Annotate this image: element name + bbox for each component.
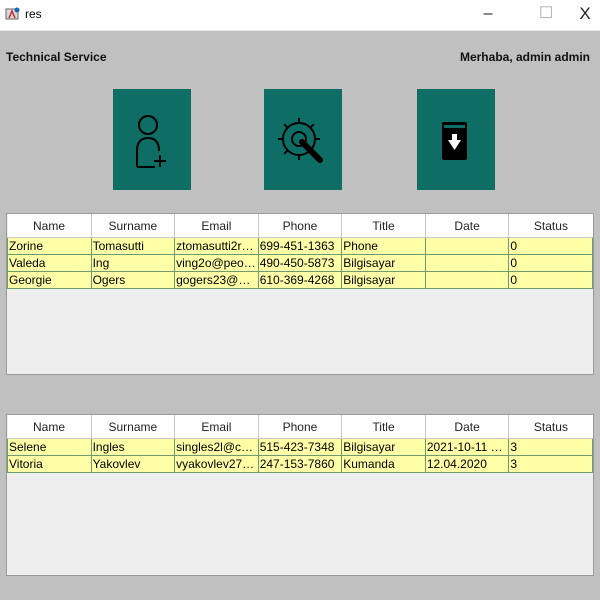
- cell-name[interactable]: Valeda: [7, 254, 92, 272]
- cell-name[interactable]: Selene: [7, 438, 92, 456]
- cell-surname[interactable]: Tomasutti: [90, 237, 176, 255]
- cell-phone[interactable]: 247-153-7860: [257, 455, 343, 473]
- cell-surname[interactable]: Yakovlev: [90, 455, 176, 473]
- table-row[interactable]: Vitoria Yakovlev vyakovlev27@s... 247-15…: [7, 455, 593, 473]
- column-header-phone[interactable]: Phone: [258, 415, 343, 439]
- window-title: res: [25, 7, 42, 21]
- cell-date[interactable]: 12.04.2020: [424, 455, 510, 473]
- cell-phone[interactable]: 610-369-4268: [257, 271, 343, 289]
- column-header-name[interactable]: Name: [7, 415, 92, 439]
- cell-email[interactable]: gogers23@net...: [174, 271, 259, 289]
- cell-email[interactable]: ztomasutti2r@...: [174, 237, 259, 255]
- cell-date[interactable]: 2021-10-11 01:...: [424, 438, 510, 456]
- table-row[interactable]: Zorine Tomasutti ztomasutti2r@... 699-45…: [7, 237, 593, 255]
- cell-surname[interactable]: Ing: [90, 254, 176, 272]
- cell-date[interactable]: [424, 237, 510, 255]
- archive-download-icon: [442, 122, 467, 160]
- cell-name[interactable]: Vitoria: [7, 455, 92, 473]
- maximize-button[interactable]: ☐: [526, 0, 566, 30]
- cell-status[interactable]: 0: [508, 254, 593, 272]
- cell-date[interactable]: [424, 254, 510, 272]
- app-name-label: Technical Service: [6, 50, 107, 64]
- column-header-phone[interactable]: Phone: [258, 214, 343, 238]
- cell-title[interactable]: Kumanda: [341, 455, 426, 473]
- table-header-row: Name Surname Email Phone Title Date Stat…: [7, 214, 593, 238]
- cell-surname[interactable]: Ingles: [90, 438, 176, 456]
- settings-wrench-icon: [278, 118, 323, 163]
- table-row[interactable]: Selene Ingles singles2l@crai... 515-423-…: [7, 438, 593, 456]
- table-row[interactable]: Georgie Ogers gogers23@net... 610-369-42…: [7, 271, 593, 289]
- close-button[interactable]: X: [565, 0, 600, 30]
- table-row[interactable]: Valeda Ing ving2o@peopl... 490-450-5873 …: [7, 254, 593, 272]
- cell-status[interactable]: 0: [508, 271, 593, 289]
- cell-status[interactable]: 3: [508, 438, 593, 456]
- cell-title[interactable]: Bilgisayar: [341, 271, 426, 289]
- java-app-icon: [5, 7, 20, 20]
- column-header-status[interactable]: Status: [508, 415, 593, 439]
- column-header-title[interactable]: Title: [341, 214, 426, 238]
- settings-button[interactable]: [264, 89, 342, 190]
- column-header-email[interactable]: Email: [174, 415, 259, 439]
- column-header-date[interactable]: Date: [425, 415, 510, 439]
- cell-email[interactable]: singles2l@crai...: [174, 438, 259, 456]
- greeting-label: Merhaba, admin admin: [459, 50, 590, 64]
- column-header-surname[interactable]: Surname: [91, 415, 176, 439]
- processed-requests-table: Name Surname Email Phone Title Date Stat…: [6, 414, 594, 576]
- column-header-status[interactable]: Status: [508, 214, 593, 238]
- column-header-title[interactable]: Title: [341, 415, 426, 439]
- add-user-button[interactable]: [113, 89, 191, 190]
- add-user-icon: [136, 115, 166, 168]
- cell-name[interactable]: Georgie: [7, 271, 92, 289]
- archive-button[interactable]: [417, 89, 495, 190]
- cell-name[interactable]: Zorine: [7, 237, 92, 255]
- cell-surname[interactable]: Ogers: [90, 271, 176, 289]
- column-header-name[interactable]: Name: [7, 214, 92, 238]
- cell-phone[interactable]: 490-450-5873: [257, 254, 343, 272]
- cell-status[interactable]: 3: [508, 455, 593, 473]
- column-header-email[interactable]: Email: [174, 214, 259, 238]
- window-titlebar: res – ☐ X: [0, 0, 600, 31]
- cell-phone[interactable]: 515-423-7348: [257, 438, 343, 456]
- cell-email[interactable]: vyakovlev27@s...: [174, 455, 259, 473]
- open-requests-table: Name Surname Email Phone Title Date Stat…: [6, 213, 594, 375]
- cell-email[interactable]: ving2o@peopl...: [174, 254, 259, 272]
- cell-phone[interactable]: 699-451-1363: [257, 237, 343, 255]
- column-header-surname[interactable]: Surname: [91, 214, 176, 238]
- table-header-row: Name Surname Email Phone Title Date Stat…: [7, 415, 593, 439]
- cell-date[interactable]: [424, 271, 510, 289]
- minimize-button[interactable]: –: [468, 0, 508, 30]
- cell-title[interactable]: Bilgisayar: [341, 254, 426, 272]
- cell-title[interactable]: Bilgisayar: [341, 438, 426, 456]
- cell-title[interactable]: Phone: [341, 237, 426, 255]
- column-header-date[interactable]: Date: [425, 214, 510, 238]
- cell-status[interactable]: 0: [508, 237, 593, 255]
